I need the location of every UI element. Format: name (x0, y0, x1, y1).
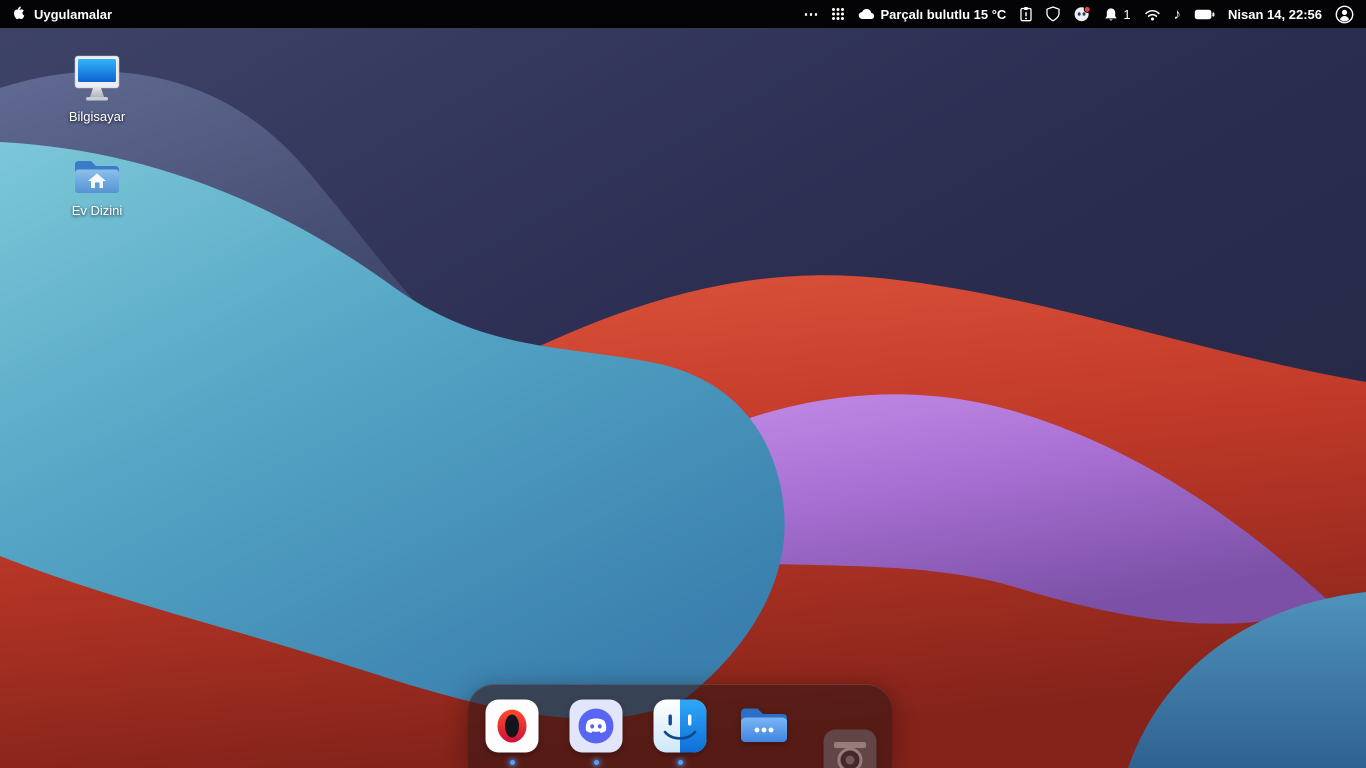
app-grid-button[interactable] (831, 7, 845, 21)
desktop-icon-label: Ev Dizini (71, 203, 123, 218)
screenshot-tool-icon (823, 729, 877, 768)
dock-item-opera[interactable] (484, 698, 540, 765)
running-indicator (677, 760, 683, 765)
avatar-icon (1335, 5, 1354, 23)
bell-icon (1105, 7, 1118, 21)
wifi-icon (1144, 9, 1160, 20)
music-indicator[interactable]: ♪ (1174, 7, 1182, 22)
clipboard-indicator[interactable] (1019, 6, 1033, 22)
panel-indicators: ⋯ Parçalı bulutlu 15 °C 1 ♪ Nisan 14, 22… (803, 5, 1354, 24)
computer-icon (74, 55, 120, 101)
notification-count: 1 (1123, 6, 1131, 22)
dock-item-discord[interactable] (568, 698, 624, 765)
dock (468, 684, 892, 768)
desktop-icon-home[interactable]: Ev Dizini (49, 154, 145, 219)
wallpaper-big-sur (0, 0, 1366, 768)
discord-badge-icon (1074, 5, 1092, 22)
dock-item-files[interactable] (736, 698, 792, 765)
opera-icon (485, 699, 539, 753)
more-menu-button[interactable]: ⋯ (803, 7, 818, 22)
top-panel: Uygulamalar ⋯ Parçalı bulutlu 15 °C 1 ♪ … (0, 0, 1366, 28)
home-folder-icon (75, 161, 119, 193)
applications-menu[interactable]: Uygulamalar (12, 5, 112, 23)
desktop-icon-computer[interactable]: Bilgisayar (49, 54, 145, 125)
weather-indicator[interactable]: Parçalı bulutlu 15 °C (858, 7, 1006, 22)
apple-logo-icon (12, 5, 27, 23)
shield-indicator[interactable] (1046, 6, 1060, 22)
weather-label: Parçalı bulutlu 15 °C (880, 6, 1007, 22)
grid-icon (832, 8, 845, 20)
clipboard-icon (1020, 7, 1032, 22)
user-menu-button[interactable] (1335, 5, 1354, 24)
finder-icon (653, 699, 707, 753)
ellipsis-icon: ⋯ (803, 5, 819, 23)
dock-item-screenshot-ghost[interactable] (822, 728, 878, 768)
notifications-indicator[interactable]: 1 (1104, 6, 1131, 22)
battery-indicator[interactable] (1194, 9, 1215, 20)
shield-icon (1046, 6, 1060, 22)
running-indicator (593, 760, 599, 765)
music-note-icon: ♪ (1173, 5, 1182, 23)
discord-icon (569, 699, 623, 753)
applications-label: Uygulamalar (34, 6, 113, 22)
battery-icon (1194, 9, 1215, 19)
dock-item-finder[interactable] (652, 698, 708, 765)
cloud-icon (859, 8, 875, 20)
discord-tray-icon[interactable] (1073, 5, 1092, 23)
running-indicator (509, 760, 515, 765)
wifi-indicator[interactable] (1144, 8, 1161, 21)
files-folder-icon (741, 708, 787, 742)
desktop-icon-label: Bilgisayar (68, 109, 126, 124)
clock[interactable]: Nisan 14, 22:56 (1228, 7, 1322, 22)
